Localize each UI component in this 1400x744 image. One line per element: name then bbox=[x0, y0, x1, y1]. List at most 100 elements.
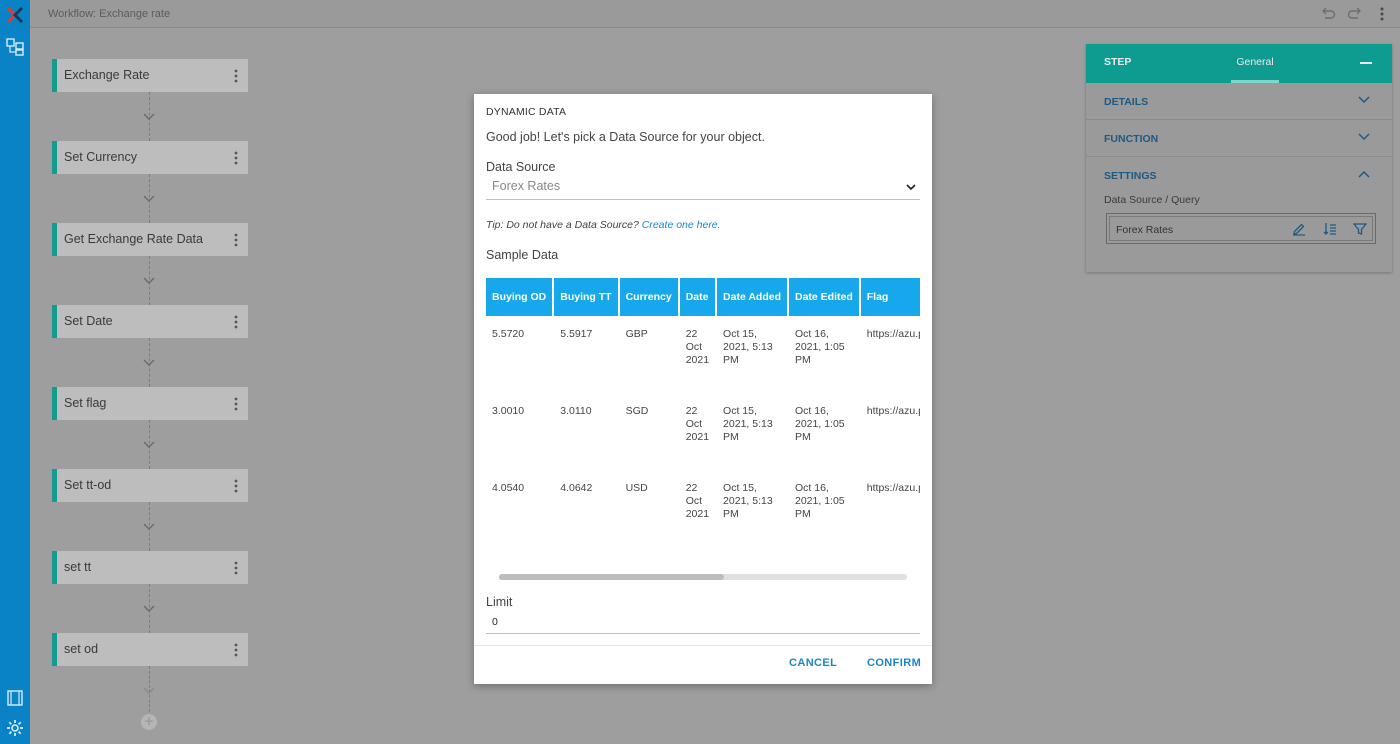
chevron-down-icon[interactable] bbox=[1358, 96, 1370, 104]
section-settings-label: SETTINGS bbox=[1104, 170, 1157, 182]
flow-arrow-icon bbox=[143, 195, 155, 202]
workflow-step[interactable]: Set Currency bbox=[52, 141, 248, 174]
data-source-select[interactable]: Forex Rates bbox=[486, 178, 920, 200]
add-step-icon[interactable]: + bbox=[141, 714, 157, 730]
workflow-title: Workflow: Exchange rate bbox=[48, 8, 171, 20]
layout-icon[interactable] bbox=[6, 689, 24, 707]
cell-date-added: Oct 15, 2021, 5:13 PM bbox=[723, 328, 773, 366]
step-label: Set flag bbox=[64, 396, 107, 410]
cell-date-added: Oct 15, 2021, 5:13 PM bbox=[723, 482, 773, 520]
workflow-step[interactable]: set od bbox=[52, 633, 248, 666]
flow-arrow-icon bbox=[143, 359, 155, 366]
step-menu-icon[interactable] bbox=[230, 232, 242, 248]
flow-arrow-icon bbox=[143, 687, 155, 694]
step-label: Exchange Rate bbox=[64, 68, 150, 82]
workflow-step[interactable]: Set tt-od bbox=[52, 469, 248, 502]
section-function[interactable]: FUNCTION bbox=[1086, 120, 1392, 157]
cell-currency: SGD bbox=[625, 405, 649, 417]
flow-arrow-icon bbox=[143, 523, 155, 530]
limit-input[interactable]: 0 bbox=[486, 612, 920, 634]
cancel-button[interactable]: CANCEL bbox=[789, 657, 837, 669]
data-source-query-label: Data Source / Query bbox=[1104, 194, 1200, 206]
chevron-down-icon[interactable] bbox=[1358, 133, 1370, 141]
edit-pencil-icon[interactable] bbox=[1292, 222, 1306, 236]
scrollbar-thumb[interactable] bbox=[499, 574, 724, 580]
cell-flag: https://azu.pro bbox=[866, 405, 920, 417]
workflow-tree-icon[interactable] bbox=[6, 38, 24, 56]
section-details[interactable]: DETAILS bbox=[1086, 83, 1392, 120]
tab-step[interactable]: STEP bbox=[1104, 56, 1131, 68]
column-header[interactable]: Buying OD bbox=[486, 278, 553, 316]
dynamic-data-dialog: DYNAMIC DATA Good job! Let's pick a Data… bbox=[474, 94, 932, 684]
dropdown-arrow-icon[interactable] bbox=[906, 183, 916, 191]
app-logo-icon[interactable] bbox=[6, 6, 24, 24]
step-panel: STEP General DETAILS FUNCTION SETTINGS D… bbox=[1086, 44, 1392, 272]
step-label: set od bbox=[64, 642, 99, 656]
step-label: Set Date bbox=[64, 314, 113, 328]
confirm-button[interactable]: CONFIRM bbox=[867, 657, 921, 669]
flow-arrow-icon bbox=[143, 277, 155, 284]
step-menu-icon[interactable] bbox=[230, 314, 242, 330]
column-header[interactable]: Date Added bbox=[717, 278, 787, 316]
cell-currency: GBP bbox=[625, 328, 648, 340]
cell-buying-od: 5.5720 bbox=[492, 328, 525, 340]
cell-date-edited: Oct 16, 2021, 1:05 PM bbox=[795, 482, 845, 520]
cell-flag: https://azu.pro bbox=[866, 482, 920, 494]
workflow-step[interactable]: Set flag bbox=[52, 387, 248, 420]
flow-arrow-icon bbox=[143, 113, 155, 120]
workflow-step[interactable]: Exchange Rate bbox=[52, 59, 248, 92]
section-settings[interactable]: SETTINGS bbox=[1086, 157, 1392, 194]
workflow-step[interactable]: Set Date bbox=[52, 305, 248, 338]
undo-icon[interactable] bbox=[1320, 6, 1336, 22]
column-header[interactable]: Buying TT bbox=[554, 278, 618, 316]
sort-icon[interactable] bbox=[1323, 222, 1337, 236]
tip-text: Tip: Do not have a Data Source? Create o… bbox=[486, 219, 721, 231]
filter-icon[interactable] bbox=[1353, 222, 1367, 236]
flow-arrow-icon bbox=[143, 605, 155, 612]
redo-icon[interactable] bbox=[1347, 6, 1363, 22]
step-menu-icon[interactable] bbox=[230, 150, 242, 166]
workflow-step[interactable]: set tt bbox=[52, 551, 248, 584]
table-row: 5.5720 5.5917 GBP 22 Oct 2021 Oct 15, 20… bbox=[486, 316, 920, 393]
cell-buying-od: 4.0540 bbox=[492, 482, 525, 494]
table-header-row: Buying OD Buying TT Currency Date Date A… bbox=[486, 278, 920, 316]
step-label: Get Exchange Rate Data bbox=[64, 232, 203, 246]
step-menu-icon[interactable] bbox=[230, 478, 242, 494]
step-panel-header: STEP General bbox=[1086, 44, 1392, 83]
cell-date: 22 Oct 2021 bbox=[685, 405, 710, 443]
cell-buying-tt: 3.0110 bbox=[560, 405, 592, 417]
workflow-step[interactable]: Get Exchange Rate Data bbox=[52, 223, 248, 256]
settings-gear-icon[interactable] bbox=[6, 719, 24, 737]
table-horizontal-scrollbar[interactable] bbox=[499, 574, 907, 580]
limit-value: 0 bbox=[492, 616, 498, 628]
step-menu-icon[interactable] bbox=[230, 560, 242, 576]
column-header[interactable]: Date Edited bbox=[789, 278, 859, 316]
data-source-query-field[interactable]: Forex Rates bbox=[1106, 213, 1376, 244]
dialog-intro: Good job! Let's pick a Data Source for y… bbox=[486, 130, 765, 144]
cell-date: 22 Oct 2021 bbox=[685, 328, 710, 366]
limit-label: Limit bbox=[486, 595, 513, 609]
column-header[interactable]: Date bbox=[679, 278, 716, 316]
minimize-icon[interactable] bbox=[1360, 62, 1372, 64]
tab-general[interactable]: General bbox=[1231, 56, 1279, 68]
flow-arrow-icon bbox=[143, 441, 155, 448]
cell-currency: USD bbox=[625, 482, 648, 494]
dialog-divider bbox=[474, 645, 932, 646]
data-source-label: Data Source bbox=[486, 160, 556, 174]
column-header[interactable]: Currency bbox=[619, 278, 678, 316]
step-menu-icon[interactable] bbox=[230, 396, 242, 412]
column-header[interactable]: Flag bbox=[860, 278, 920, 316]
more-menu-icon[interactable] bbox=[1374, 6, 1390, 22]
cell-buying-od: 3.0010 bbox=[492, 405, 525, 417]
data-source-value: Forex Rates bbox=[492, 179, 561, 193]
step-menu-icon[interactable] bbox=[230, 642, 242, 658]
create-data-source-link[interactable]: Create one here. bbox=[642, 219, 721, 231]
step-label: set tt bbox=[64, 560, 92, 574]
cell-flag: https://azu.pro bbox=[866, 328, 920, 340]
step-menu-icon[interactable] bbox=[230, 68, 242, 84]
section-details-label: DETAILS bbox=[1104, 96, 1149, 108]
table-row: 3.0010 3.0110 SGD 22 Oct 2021 Oct 15, 20… bbox=[486, 393, 920, 470]
chevron-up-icon[interactable] bbox=[1358, 170, 1370, 178]
cell-date-added: Oct 15, 2021, 5:13 PM bbox=[723, 405, 773, 443]
section-function-label: FUNCTION bbox=[1104, 133, 1159, 145]
